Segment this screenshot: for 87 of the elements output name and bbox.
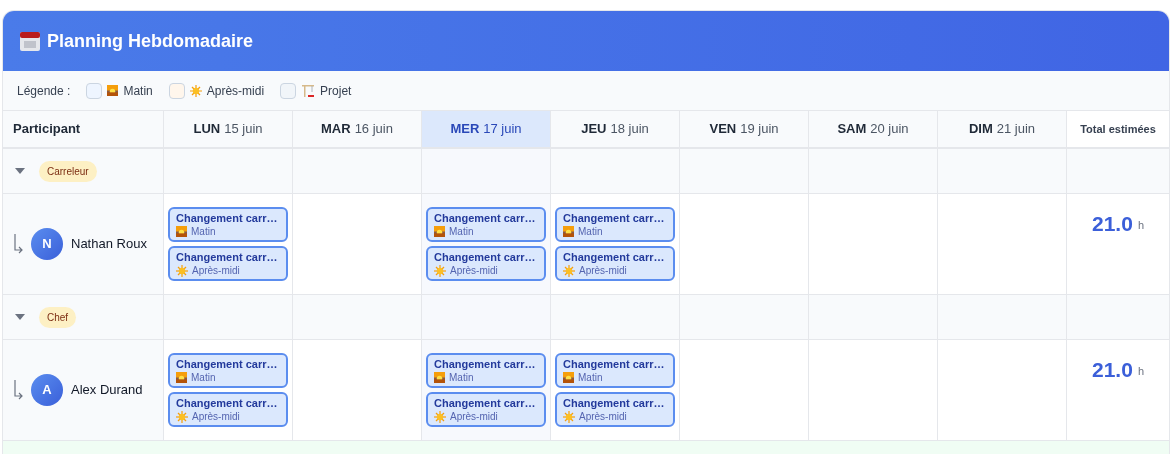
event-slot: Après-midi bbox=[579, 264, 627, 277]
legend-text: Après-midi bbox=[206, 82, 265, 100]
day-name: MER bbox=[450, 120, 480, 139]
sun-icon bbox=[563, 264, 575, 277]
day-date: 20 juin bbox=[870, 120, 909, 139]
legend-label: Légende : bbox=[17, 82, 71, 100]
event-title: Changement carr… bbox=[434, 250, 537, 264]
day-date: 18 juin bbox=[610, 120, 649, 139]
event-slot: Matin bbox=[449, 225, 474, 238]
event-slot: Matin bbox=[578, 225, 603, 238]
event-title: Changement carr… bbox=[434, 396, 537, 410]
role-tag: Carreleur bbox=[39, 160, 97, 182]
event-slot: Matin bbox=[191, 225, 216, 238]
event-slot: Après-midi bbox=[450, 410, 498, 423]
calendar-icon bbox=[19, 30, 41, 52]
event-title: Changement carr… bbox=[434, 357, 537, 371]
event-card[interactable]: Changement carr… Matin bbox=[555, 207, 675, 242]
hours-unit: h bbox=[1137, 218, 1144, 233]
event-card[interactable]: Changement carr… Matin bbox=[168, 353, 288, 388]
sunrise-icon bbox=[176, 372, 187, 383]
sun-icon bbox=[176, 264, 188, 277]
crane-icon bbox=[301, 83, 316, 98]
caret-icon[interactable] bbox=[15, 314, 25, 320]
event-slot: Matin bbox=[191, 371, 216, 384]
event-card[interactable]: Changement carr… Après-midi bbox=[426, 246, 546, 281]
participant-name: Nathan Roux bbox=[71, 235, 147, 254]
sun-icon bbox=[434, 410, 446, 423]
event-card[interactable]: Changement carr… Après-midi bbox=[168, 246, 288, 281]
day-name: DIM bbox=[968, 120, 993, 139]
legend-text: Projet bbox=[320, 82, 352, 100]
total-hours: 21.0 bbox=[1092, 211, 1133, 237]
event-title: Changement carr… bbox=[563, 396, 666, 410]
day-name: VEN bbox=[709, 120, 737, 139]
avatar: N bbox=[31, 228, 63, 260]
event-card[interactable]: Changement carr… Après-midi bbox=[555, 392, 675, 427]
event-card[interactable]: Changement carr… Matin bbox=[426, 207, 546, 242]
event-slot: Après-midi bbox=[450, 264, 498, 277]
day-name: JEU bbox=[581, 120, 607, 139]
caret-icon[interactable] bbox=[15, 168, 25, 174]
event-card[interactable]: Changement carr… Matin bbox=[168, 207, 288, 242]
day-name: LUN bbox=[193, 120, 221, 139]
day-date: 19 juin bbox=[740, 120, 779, 139]
page-title: Planning Hebdomadaire bbox=[47, 29, 254, 53]
event-card[interactable]: Changement carr… Matin bbox=[555, 353, 675, 388]
sunrise-icon bbox=[563, 226, 574, 237]
day-date: 17 juin bbox=[483, 120, 522, 139]
day-name: SAM bbox=[837, 120, 867, 139]
day-date: 21 juin bbox=[996, 120, 1036, 139]
sunrise-icon bbox=[434, 372, 445, 383]
column-header: Total estimées bbox=[1067, 111, 1169, 147]
event-title: Changement carr… bbox=[563, 250, 666, 264]
event-title: Changement carr… bbox=[176, 250, 279, 264]
total-hours: 21.0 bbox=[1092, 357, 1133, 383]
event-title: Changement carr… bbox=[176, 396, 279, 410]
event-slot: Après-midi bbox=[579, 410, 627, 423]
sunrise-icon bbox=[176, 226, 187, 237]
hours-unit: h bbox=[1137, 364, 1144, 379]
event-title: Changement carr… bbox=[176, 357, 279, 371]
sunrise-icon bbox=[434, 226, 445, 237]
event-card[interactable]: Changement carr… Matin bbox=[426, 353, 546, 388]
sun-icon bbox=[563, 410, 575, 423]
event-title: Changement carr… bbox=[563, 211, 666, 225]
sunrise-icon bbox=[107, 85, 119, 96]
sunrise-icon bbox=[563, 372, 574, 383]
role-tag: Chef bbox=[39, 306, 77, 328]
sun-icon bbox=[434, 264, 446, 277]
day-name: MAR bbox=[321, 120, 351, 139]
event-card[interactable]: Changement carr… Après-midi bbox=[555, 246, 675, 281]
sun-icon bbox=[176, 410, 188, 423]
participant-name: Alex Durand bbox=[71, 381, 143, 400]
child-arrow-icon bbox=[13, 380, 23, 400]
day-date: 16 juin bbox=[354, 120, 393, 139]
event-slot: Après-midi bbox=[192, 264, 240, 277]
event-card[interactable]: Changement carr… Après-midi bbox=[426, 392, 546, 427]
event-title: Changement carr… bbox=[563, 357, 666, 371]
event-title: Changement carr… bbox=[176, 211, 279, 225]
day-date: 15 juin bbox=[224, 120, 263, 139]
avatar: A bbox=[31, 374, 63, 406]
sun-icon bbox=[189, 84, 202, 97]
event-title: Changement carr… bbox=[434, 211, 537, 225]
event-slot: Matin bbox=[578, 371, 603, 384]
legend-text: Matin bbox=[123, 82, 153, 100]
event-slot: Matin bbox=[449, 371, 474, 384]
event-slot: Après-midi bbox=[192, 410, 240, 423]
event-card[interactable]: Changement carr… Après-midi bbox=[168, 392, 288, 427]
day-header[interactable]: MER 17 juin bbox=[422, 111, 551, 147]
child-arrow-icon bbox=[13, 234, 23, 254]
